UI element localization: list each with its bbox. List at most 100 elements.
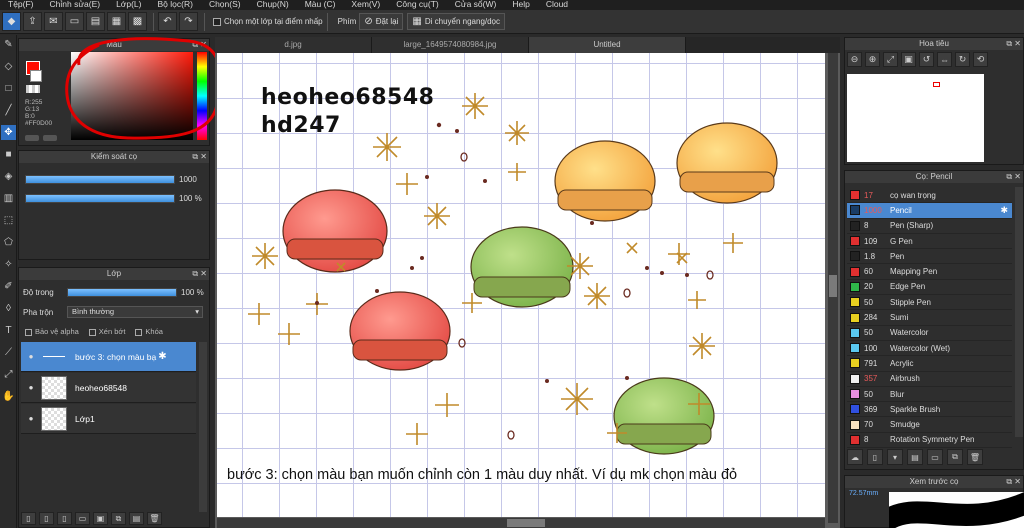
copy-layer-icon[interactable]: ⧉ [111, 512, 126, 525]
brush-opacity-value[interactable]: 100 % [179, 194, 202, 203]
settings-gear-icon[interactable]: ✱ [158, 351, 166, 362]
brush-item[interactable]: 50 Watercolor [847, 326, 1012, 341]
reset-button[interactable]: ⊘ Đặt lại [359, 13, 404, 30]
brush-item[interactable]: 50 Blur [847, 387, 1012, 403]
actual-size-icon[interactable]: ▣ [901, 52, 916, 67]
brush-item[interactable]: 20 Edge Pen [847, 280, 1012, 296]
add-brush-icon[interactable]: ▾ [887, 449, 903, 465]
fill-tool-icon[interactable]: ◈ [1, 169, 16, 184]
brush-item[interactable]: 109 G Pen [847, 234, 1012, 250]
panel-controls-icon[interactable]: ⧉ ✕ [192, 39, 207, 51]
brush-item[interactable]: 357 Airbrush [847, 372, 1012, 387]
panel-controls-icon[interactable]: ⧉ ✕ [192, 151, 207, 163]
panel-controls-icon[interactable]: ⧉ ✕ [1006, 476, 1021, 488]
panel-controls-icon[interactable]: ⧉ ✕ [192, 268, 207, 280]
checkbox-box[interactable] [25, 328, 32, 336]
tab-large-jpg[interactable]: large_1649574080984.jpg [372, 37, 529, 53]
brush-item[interactable]: 791 Acrylic [847, 356, 1012, 372]
color-mini-button[interactable] [43, 135, 57, 141]
layer-item[interactable]: ● bước 3: chọn màu bạ ✱ [21, 342, 196, 372]
rotate-right-icon[interactable]: ↻ [955, 52, 970, 67]
hand-tool-icon[interactable]: ✋ [1, 389, 16, 404]
transparent-color-swatch[interactable] [26, 85, 40, 93]
menu-cloud[interactable]: Cloud [538, 0, 576, 9]
scroll-thumb[interactable] [507, 519, 545, 527]
brush-item[interactable]: 1.8 Pen [847, 249, 1012, 265]
zoom-out-icon[interactable]: ⊖ [847, 52, 862, 67]
panel-controls-icon[interactable]: ⧉ ✕ [1006, 38, 1021, 50]
alpha-protect-checkbox[interactable]: Bảo vệ alpha [25, 327, 79, 336]
tab-untitled[interactable]: Untitled [529, 37, 686, 53]
select-eraser-icon[interactable]: ◊ [1, 301, 16, 316]
eye-icon[interactable]: ● [21, 414, 41, 423]
app-logo-icon[interactable]: ◆ [2, 12, 21, 31]
export-icon[interactable]: ⇪ [23, 12, 42, 31]
checkbox-box[interactable] [213, 17, 221, 26]
lock-checkbox[interactable]: Khóa [135, 327, 163, 336]
brush-item[interactable]: 17 cọ wan trọng [847, 188, 1012, 204]
clipping-checkbox[interactable]: Xén bớt [88, 327, 125, 336]
brush-tool-icon[interactable]: ╱ [1, 103, 16, 118]
hue-slider[interactable] [197, 52, 207, 140]
navigator-view-frame[interactable] [933, 82, 940, 87]
fit-icon[interactable]: ⤢ [883, 52, 898, 67]
grid-icon[interactable]: ▦ [107, 12, 126, 31]
mask-icon[interactable]: ▣ [93, 512, 108, 525]
brush-opacity-slider[interactable]: 100 % [25, 193, 205, 203]
brush-list-scrollbar[interactable] [1015, 187, 1023, 437]
polygon-select-icon[interactable]: ⬠ [1, 235, 16, 250]
layout-icon[interactable]: ▩ [128, 12, 147, 31]
pen-tool-icon[interactable]: ✎ [1, 37, 16, 52]
checkbox-box[interactable] [88, 328, 96, 336]
brush-item[interactable]: 70 Smudge [847, 418, 1012, 433]
checkbox-box[interactable] [135, 328, 143, 336]
text-tool-icon[interactable]: T [1, 323, 16, 338]
delete-brush-icon[interactable]: 🗑 [967, 449, 983, 465]
brush-item[interactable]: 60 Mapping Pen [847, 265, 1012, 280]
blend-mode-select[interactable]: Bình thường ▾ [67, 306, 203, 318]
copy-brush-icon[interactable]: ⧉ [947, 449, 963, 465]
flip-icon[interactable]: ⇔ [937, 52, 952, 67]
tab-d-jpg[interactable]: d.jpg [215, 37, 372, 53]
menu-layer[interactable]: Lớp(L) [108, 0, 149, 9]
layer-opacity-slider[interactable] [67, 288, 177, 297]
reset-view-icon[interactable]: ⟲ [973, 52, 988, 67]
brush-item[interactable]: 284 Sumi [847, 310, 1012, 326]
shape-tool-icon[interactable]: ■ [1, 147, 16, 162]
rect-select-icon[interactable]: □ [1, 81, 16, 96]
brush-item[interactable]: 1000 Pencil ✱ [847, 203, 1012, 219]
delete-layer-icon[interactable]: 🗑 [147, 512, 162, 525]
rotate-left-icon[interactable]: ↺ [919, 52, 934, 67]
zoom-in-icon[interactable]: ⊕ [865, 52, 880, 67]
menu-filter[interactable]: Bộ lọc(R) [150, 0, 201, 9]
gradient-tool-icon[interactable]: ▥ [1, 191, 16, 206]
comment-icon[interactable]: ✉ [44, 12, 63, 31]
eyedropper-icon[interactable]: ⤢ [1, 367, 16, 382]
background-color-swatch[interactable] [30, 70, 42, 82]
move-hv-button[interactable]: ▦ Di chuyển ngang/dọc [407, 13, 506, 30]
cloud-brush-icon[interactable]: ☁ [847, 449, 863, 465]
menu-edit[interactable]: Chỉnh sửa(E) [42, 0, 109, 9]
menu-file[interactable]: Tệp(F) [0, 0, 42, 9]
brush-item[interactable]: 100 Watercolor (Wet) [847, 341, 1012, 357]
layer-scrollbar[interactable] [199, 342, 207, 512]
undo-button[interactable]: ↶ [158, 12, 177, 31]
lasso-select-icon[interactable]: ⬚ [1, 213, 16, 228]
eye-icon[interactable]: ● [21, 352, 41, 361]
brush-item[interactable]: 8 Pen (Sharp) [847, 219, 1012, 234]
brush-size-slider[interactable]: 1000 [25, 174, 205, 184]
eye-icon[interactable]: ● [21, 383, 41, 392]
new-folder-icon[interactable]: ▭ [75, 512, 90, 525]
menu-window[interactable]: Cửa sổ(W) [447, 0, 505, 9]
select-pen-icon[interactable]: ✐ [1, 279, 16, 294]
scroll-thumb[interactable] [829, 275, 837, 297]
document-icon[interactable]: ▤ [86, 12, 105, 31]
navigator-preview[interactable] [847, 74, 984, 162]
color-mini-button[interactable] [25, 135, 39, 141]
canvas-horizontal-scrollbar[interactable] [217, 518, 825, 528]
magic-wand-icon[interactable]: ✧ [1, 257, 16, 272]
select-layer-at-click-checkbox[interactable]: Chọn một lớp tại điểm nhấp [213, 17, 323, 26]
move-tool-icon[interactable]: ✥ [1, 125, 16, 140]
new-layer-icon[interactable]: ▯ [21, 512, 36, 525]
brush-item[interactable]: 369 Sparkle Brush [847, 402, 1012, 418]
